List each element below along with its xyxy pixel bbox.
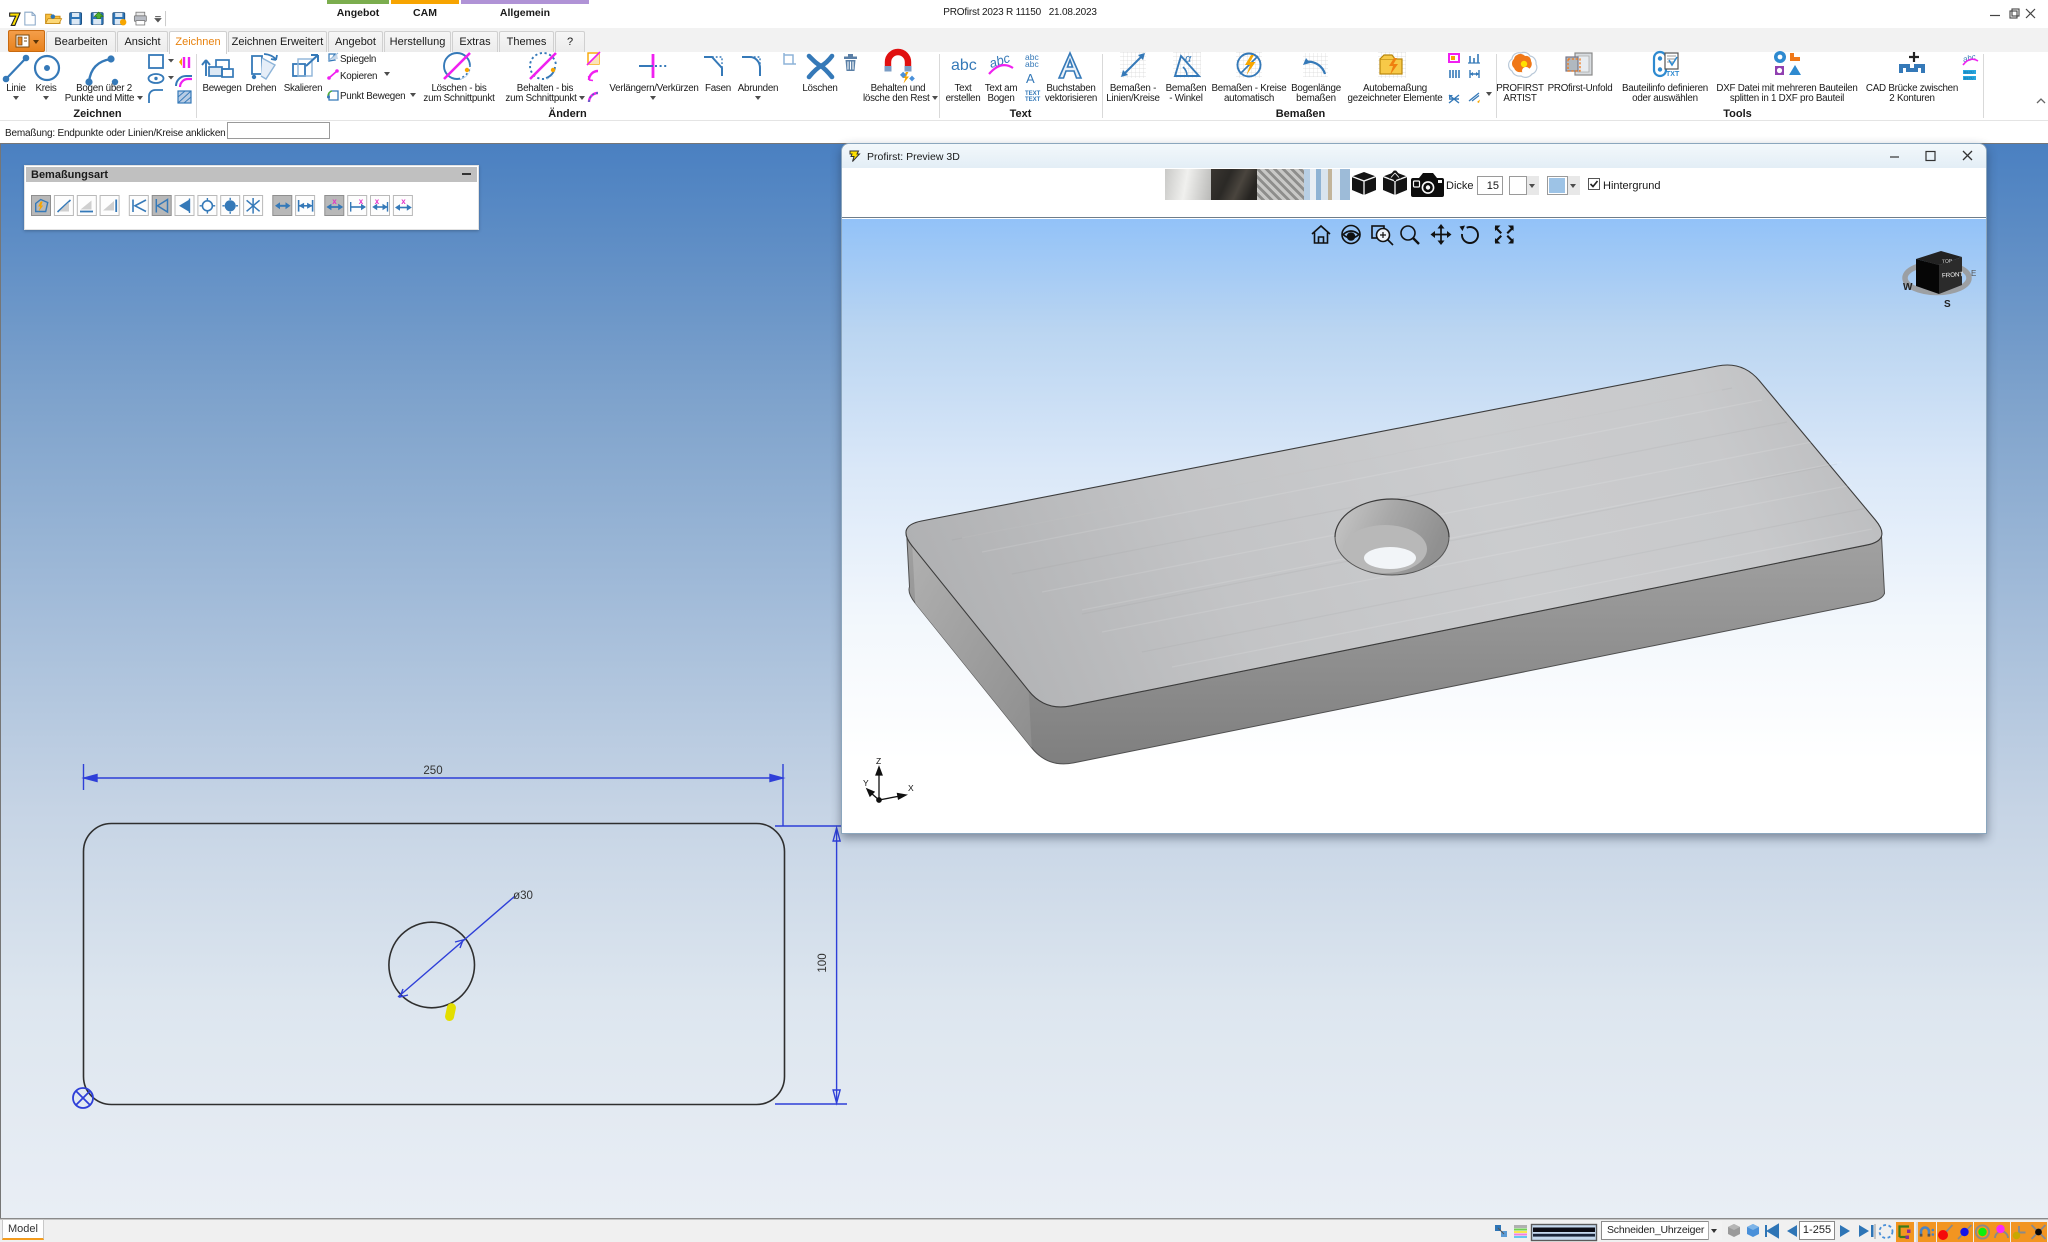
svg-text:ø30: ø30: [513, 890, 533, 902]
svg-text:α: α: [1185, 53, 1192, 65]
svg-text:x: x: [401, 197, 406, 206]
svg-text:abc: abc: [1962, 52, 1977, 64]
svg-text:BECU: BECU: [1964, 76, 1974, 80]
svg-text:A: A: [1026, 71, 1035, 86]
svg-text:x: x: [375, 197, 380, 206]
svg-text:abc: abc: [987, 50, 1012, 71]
svg-text:abc: abc: [951, 57, 977, 74]
svg-text:250: 250: [423, 765, 442, 777]
svg-text:abc: abc: [1025, 59, 1039, 69]
svg-text:x: x: [332, 197, 337, 206]
svg-text:TXT: TXT: [1666, 71, 1680, 78]
svg-text:TEXT: TEXT: [1025, 97, 1041, 103]
svg-text:BECU: BECU: [1964, 70, 1974, 74]
svg-text:x: x: [359, 197, 364, 206]
svg-text:100: 100: [817, 953, 829, 972]
